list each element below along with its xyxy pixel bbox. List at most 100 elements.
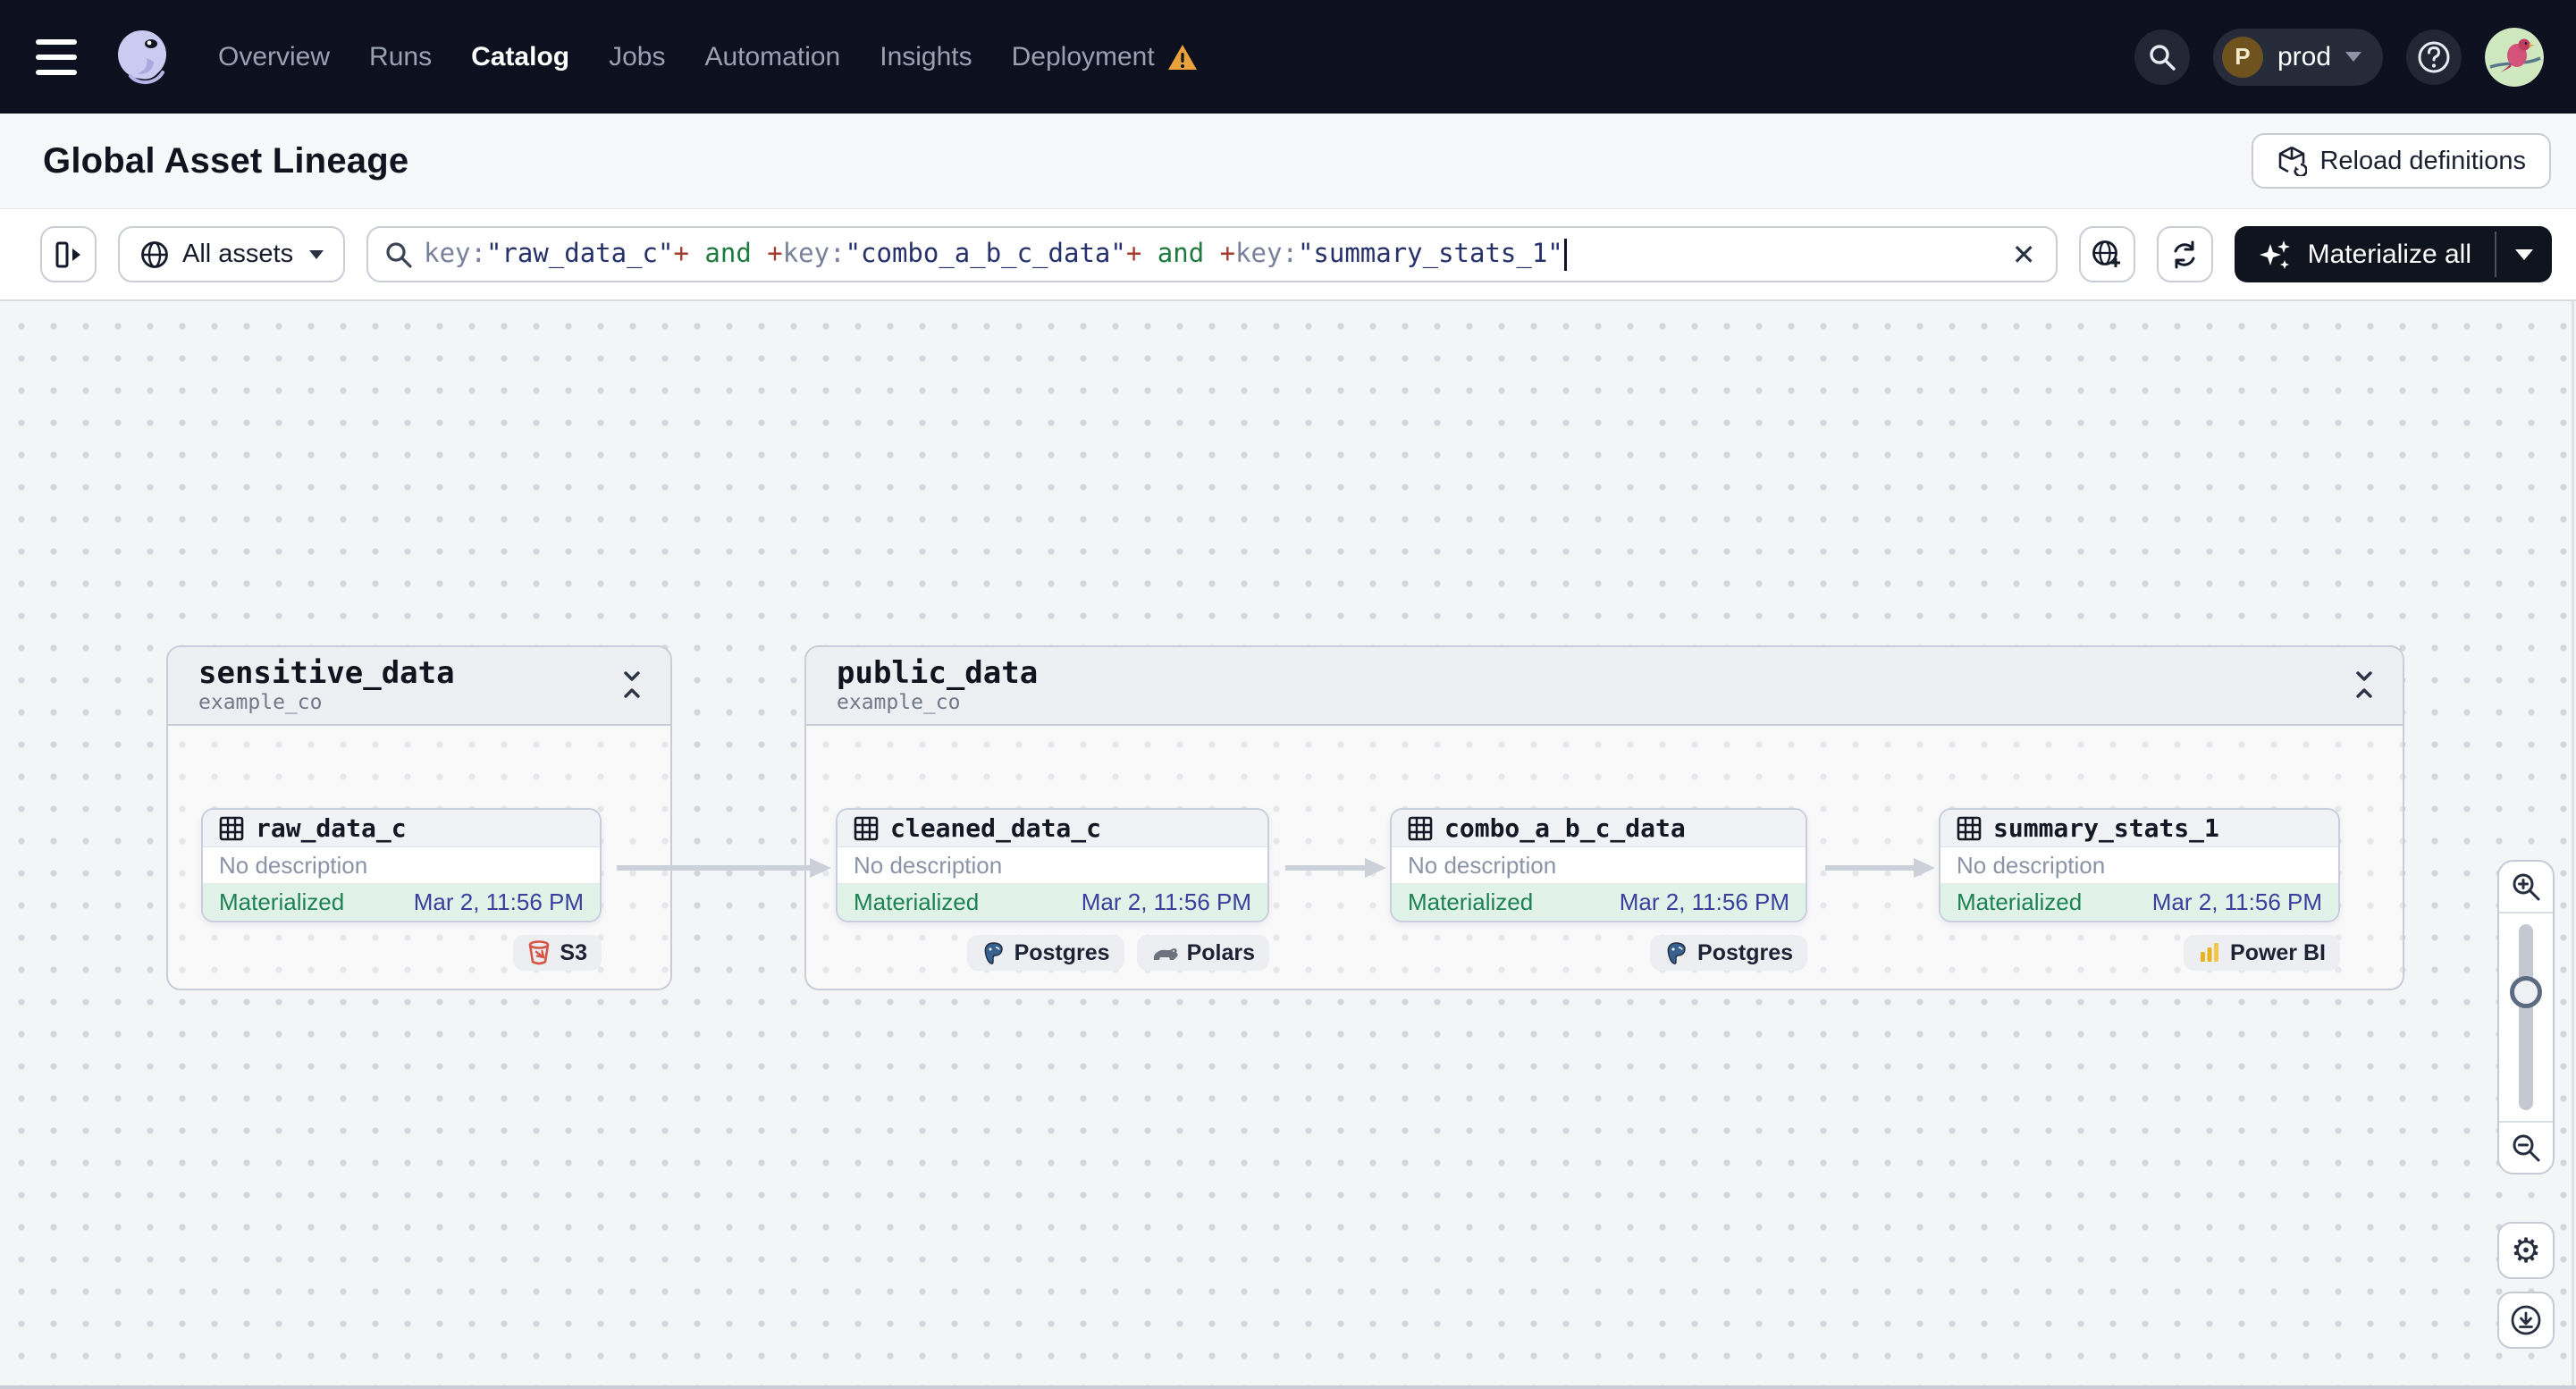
zoom-in-button[interactable]: [2499, 862, 2553, 912]
download-graph-button[interactable]: [2497, 1292, 2555, 1349]
page-title: Global Asset Lineage: [43, 140, 409, 181]
materialization-timestamp: Mar 2, 11:56 PM: [413, 888, 584, 915]
asset-name: combo_a_b_c_data: [1444, 813, 1686, 843]
asset-status-row[interactable]: Materialized Mar 2, 11:56 PM: [203, 884, 600, 921]
download-icon: [2511, 1305, 2541, 1335]
group-header[interactable]: sensitive_data example_co: [168, 647, 670, 726]
filter-bar: All assets key:"raw_data_c"+ and +key:"c…: [0, 208, 2576, 301]
nav-item-label: Overview: [218, 41, 331, 72]
user-avatar[interactable]: [2485, 27, 2544, 87]
kind-badge-power-bi[interactable]: Power BI: [2184, 935, 2340, 971]
asset-scope-dropdown[interactable]: All assets: [118, 226, 346, 282]
asset-scope-label: All assets: [182, 240, 294, 268]
asset-card[interactable]: summary_stats_1 No description Materiali…: [1939, 808, 2340, 922]
kind-badge-postgres[interactable]: Postgres: [1650, 935, 1807, 971]
refresh-button[interactable]: [2156, 226, 2213, 282]
reload-definitions-button[interactable]: Reload definitions: [2252, 133, 2551, 189]
asset-description: No description: [838, 847, 1267, 884]
asset-node-cleaned-data-c: cleaned_data_c No description Materializ…: [836, 808, 1269, 971]
group-title: public_data: [837, 655, 1039, 691]
table-icon: [854, 816, 879, 840]
lineage-canvas[interactable]: sensitive_data example_co public_data ex…: [0, 301, 2576, 1389]
asset-status-row[interactable]: Materialized Mar 2, 11:56 PM: [838, 884, 1267, 921]
collapse-group-icon[interactable]: [2353, 670, 2376, 699]
nav-right-cluster: P prod: [2134, 27, 2544, 87]
table-icon: [219, 816, 244, 840]
graph-settings-button[interactable]: ⚙: [2497, 1222, 2555, 1279]
help-icon: [2418, 41, 2450, 72]
group-title: sensitive_data: [198, 655, 455, 691]
table-icon: [1957, 816, 1982, 840]
view-full-lineage-button[interactable]: [2078, 226, 2135, 282]
asset-badges: Postgres: [1390, 935, 1807, 971]
kind-badge-label: S3: [560, 939, 587, 965]
chevron-down-icon: [2515, 248, 2533, 260]
window-bottom-edge: [0, 1385, 2576, 1389]
edge-combo-to-summary: [1825, 858, 1935, 878]
status-badge: Materialized: [854, 888, 980, 915]
asset-card[interactable]: cleaned_data_c No description Materializ…: [836, 808, 1269, 922]
table-icon: [1408, 816, 1433, 840]
asset-status-row[interactable]: Materialized Mar 2, 11:56 PM: [1940, 884, 2338, 921]
nav-item-automation[interactable]: Automation: [704, 42, 840, 72]
sync-icon: [2174, 240, 2195, 268]
asset-description: No description: [1940, 847, 2338, 884]
zoom-out-icon: [2513, 1134, 2540, 1162]
materialization-timestamp: Mar 2, 11:56 PM: [1081, 888, 1251, 915]
clear-search-button[interactable]: ✕: [2007, 238, 2041, 272]
nav-links: Overview Runs Catalog Jobs Automation In…: [218, 42, 1198, 72]
hamburger-menu-icon[interactable]: [36, 38, 77, 75]
asset-node-raw-data-c: raw_data_c No description Materialized M…: [201, 808, 602, 971]
materialize-all-button[interactable]: Materialize all: [2235, 226, 2495, 282]
search-button[interactable]: [2134, 29, 2190, 85]
asset-search-input[interactable]: key:"raw_data_c"+ and +key:"combo_a_b_c_…: [366, 226, 2058, 282]
zoom-slider[interactable]: [2499, 913, 2553, 1121]
page-header: Global Asset Lineage Reload definitions: [0, 114, 2576, 208]
asset-badges: S3: [201, 935, 602, 971]
edge-raw-to-cleaned: [617, 858, 831, 878]
materialization-timestamp: Mar 2, 11:56 PM: [2151, 888, 2322, 915]
panel-open-icon: [55, 241, 80, 267]
nav-item-catalog[interactable]: Catalog: [471, 42, 569, 72]
nav-item-overview[interactable]: Overview: [218, 42, 330, 72]
zoom-control-panel: [2497, 860, 2555, 1174]
nav-item-deployment[interactable]: Deployment: [1012, 42, 1198, 72]
environment-avatar: P: [2221, 36, 2263, 78]
group-header[interactable]: public_data example_co: [806, 647, 2403, 726]
nav-item-insights[interactable]: Insights: [880, 42, 972, 72]
canvas-right-edge: [2572, 301, 2574, 1389]
reload-definitions-label: Reload definitions: [2319, 146, 2526, 175]
kind-badge-postgres[interactable]: Postgres: [966, 935, 1124, 971]
kind-badge-label: Polars: [1186, 939, 1255, 965]
dagster-logo-icon[interactable]: [107, 22, 177, 92]
materialize-options-button[interactable]: [2496, 226, 2552, 282]
chevron-down-icon: [2345, 52, 2361, 62]
asset-node-combo-a-b-c-data: combo_a_b_c_data No description Material…: [1390, 808, 1807, 971]
help-button[interactable]: [2406, 29, 2462, 85]
search-icon: [386, 241, 412, 268]
asset-card[interactable]: combo_a_b_c_data No description Material…: [1390, 808, 1807, 922]
nav-item-jobs[interactable]: Jobs: [609, 42, 665, 72]
kind-badge-label: Postgres: [1014, 939, 1110, 965]
collapse-group-icon[interactable]: [620, 670, 644, 699]
open-side-panel-button[interactable]: [40, 226, 97, 282]
edge-cleaned-to-combo: [1285, 858, 1386, 878]
nav-item-label: Catalog: [471, 41, 570, 72]
postgres-icon: [984, 941, 1003, 964]
nav-item-runs[interactable]: Runs: [369, 42, 432, 72]
group-repo-label: example_co: [198, 691, 323, 714]
asset-name: raw_data_c: [256, 813, 407, 843]
environment-switcher[interactable]: P prod: [2212, 28, 2383, 86]
zoom-slider-handle[interactable]: [2510, 976, 2542, 1009]
asset-description: No description: [1392, 847, 1806, 884]
kind-badge-polars[interactable]: Polars: [1136, 935, 1269, 971]
asset-status-row[interactable]: Materialized Mar 2, 11:56 PM: [1392, 884, 1806, 921]
kind-badge-s3[interactable]: S3: [513, 935, 602, 971]
asset-badges: Power BI: [1939, 935, 2340, 971]
zoom-slider-track[interactable]: [2519, 924, 2533, 1110]
nav-item-label: Jobs: [609, 41, 666, 72]
zoom-out-button[interactable]: [2499, 1123, 2553, 1173]
sparkles-icon: [2259, 240, 2290, 269]
asset-card[interactable]: raw_data_c No description Materialized M…: [201, 808, 602, 922]
gear-icon: ⚙: [2510, 1232, 2542, 1270]
